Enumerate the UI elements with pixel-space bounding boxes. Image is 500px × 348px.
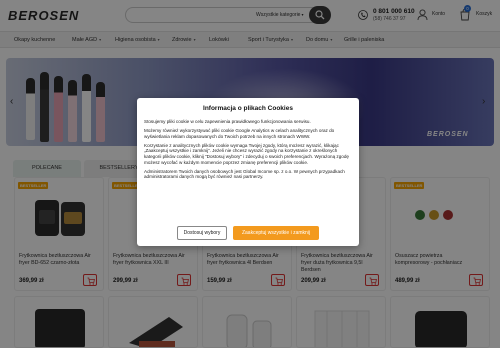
cookie-paragraph: Korzystanie z analitycznych plików cooki… <box>144 142 349 165</box>
cookie-dialog-body: Stosujemy pliki cookie w celu zapewnieni… <box>144 119 352 183</box>
customize-choices-button[interactable]: Dostosuj wybory <box>177 226 227 240</box>
accept-all-button[interactable]: Zaakceptuj wszystkie i zamknij <box>233 226 319 240</box>
cookie-paragraph: Stosujemy pliki cookie w celu zapewnieni… <box>144 119 311 124</box>
cookie-paragraph: Administratorem Twoich danych osobowych … <box>144 168 345 180</box>
cookie-dialog-title: Informacja o plikach Cookies <box>203 105 293 112</box>
cookie-paragraph: Możemy również wykorzystywać pliki cooki… <box>144 128 335 139</box>
cookie-consent-dialog: Informacja o plikach Cookies Stosujemy p… <box>137 98 359 246</box>
